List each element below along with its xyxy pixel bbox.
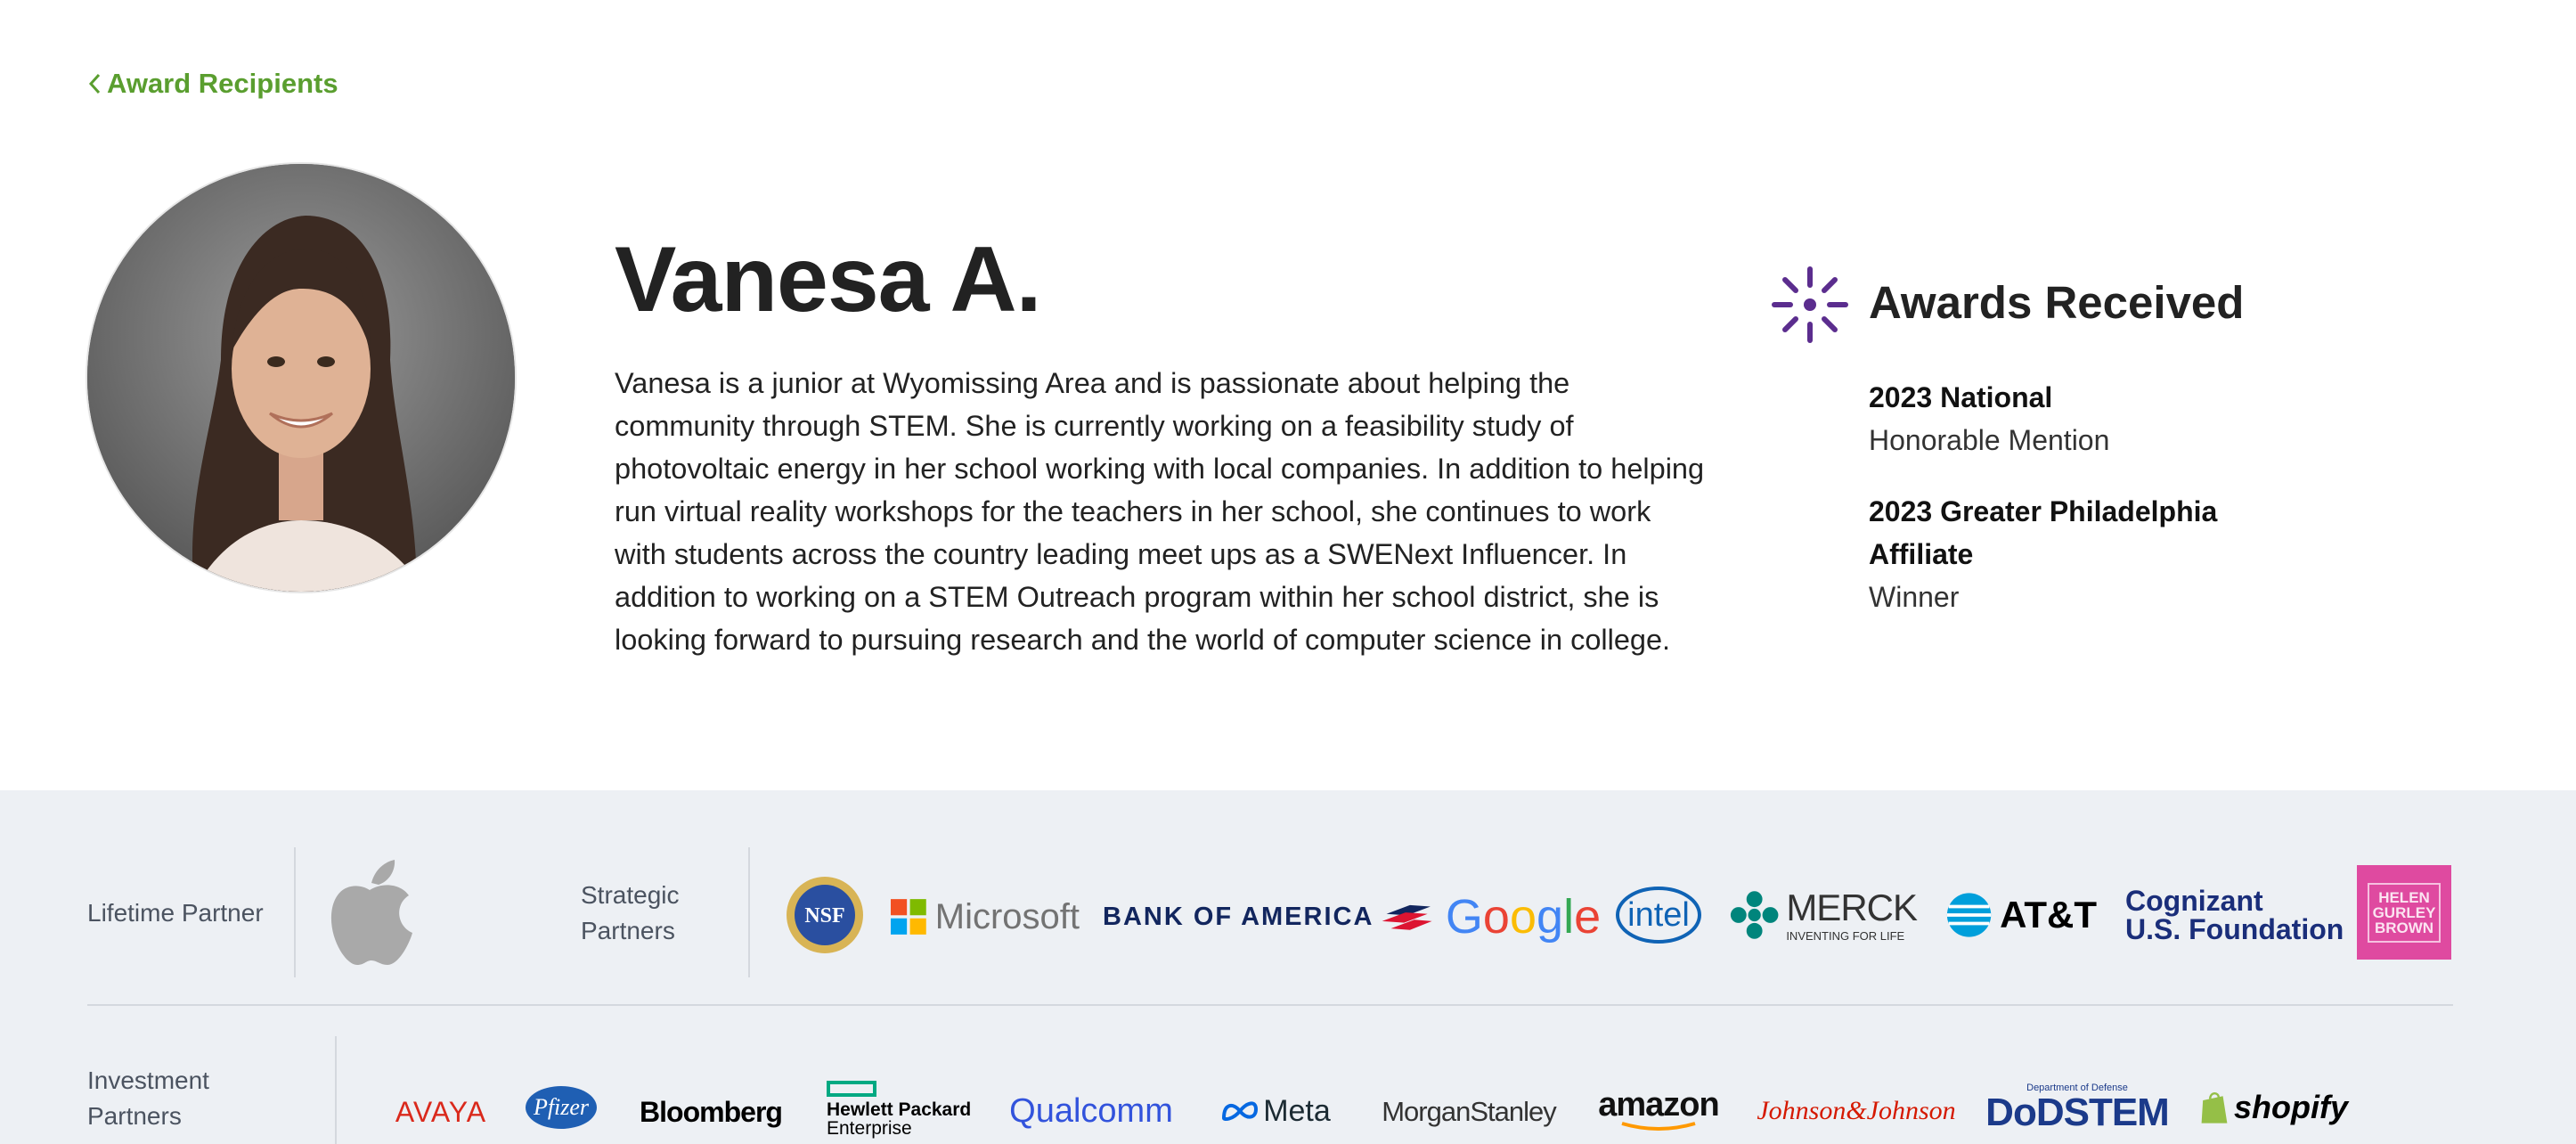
bank-of-america-wordmark: BANK OF AMERICA: [1103, 902, 1374, 931]
back-link-label: Award Recipients: [107, 68, 338, 99]
strategic-partners-label: Strategic Partners: [581, 881, 680, 944]
intel-wordmark: intel: [1627, 896, 1690, 934]
shopify-wordmark: shopify: [2233, 1089, 2348, 1125]
avaya-logo[interactable]: AVAYA: [392, 1090, 490, 1134]
back-to-award-recipients-link[interactable]: Award Recipients: [87, 68, 338, 100]
att-globe-icon: [1946, 893, 1992, 937]
bloomberg-wordmark: Bloomberg: [640, 1096, 783, 1128]
cognizant-foundation-text: U.S. Foundation: [2125, 913, 2344, 945]
microsoft-wordmark: Microsoft: [934, 897, 1080, 936]
amazon-wordmark: amazon: [1598, 1086, 1719, 1124]
dodstem-logo[interactable]: Department of Defense DoDSTEM: [1985, 1074, 2170, 1141]
johnson-johnson-logo[interactable]: Johnson&Johnson: [1757, 1088, 1956, 1134]
shopify-logo[interactable]: shopify: [2200, 1081, 2348, 1134]
award-result: Honorable Mention: [1869, 424, 2110, 456]
divider: [748, 847, 750, 977]
helen-gurley-brown-logo[interactable]: HELEN GURLEY BROWN: [2357, 865, 2451, 960]
intel-logo[interactable]: intel: [1614, 883, 1703, 947]
merck-tagline: INVENTING FOR LIFE: [1786, 928, 1905, 943]
microsoft-logo[interactable]: Microsoft: [891, 895, 1080, 938]
award-item: 2023 National Honorable Mention: [1869, 376, 2296, 462]
meta-wordmark: Meta: [1263, 1094, 1331, 1128]
award-result: Winner: [1869, 581, 1960, 613]
hgb-line-1: HELEN: [2378, 888, 2430, 906]
merck-wordmark: MERCK: [1786, 886, 1918, 928]
award-year: 2023 National: [1869, 381, 2053, 413]
amazon-smile-icon: [1621, 1122, 1696, 1131]
chevron-left-icon: [88, 73, 101, 94]
recipient-photo: [87, 164, 515, 592]
nsf-icon: NSF: [787, 877, 863, 953]
bloomberg-logo[interactable]: Bloomberg: [640, 1090, 783, 1134]
flag-icon: [1382, 904, 1432, 930]
merck-logo[interactable]: MERCK INVENTING FOR LIFE: [1730, 879, 1918, 951]
divider: [335, 1036, 337, 1144]
hgb-line-3: BROWN: [2374, 919, 2434, 936]
morgan-stanley-logo[interactable]: MorganStanley: [1375, 1088, 1562, 1134]
divider: [294, 847, 296, 977]
awards-received-heading: Awards Received: [1869, 277, 2245, 328]
cognizant-logo[interactable]: Cognizant U.S. Foundation: [2125, 883, 2344, 947]
google-logo[interactable]: Google: [1446, 888, 1601, 945]
amazon-logo[interactable]: amazon: [1596, 1083, 1721, 1138]
dodstem-wordmark: DoDSTEM: [1985, 1090, 2170, 1134]
hpe-logo[interactable]: Hewlett Packard Enterprise: [827, 1074, 972, 1144]
qualcomm-logo[interactable]: Qualcomm: [1008, 1088, 1174, 1134]
partners-section: Lifetime Partner Strategic Partners NSF …: [0, 790, 2576, 1144]
hpe-element-icon: [827, 1081, 876, 1097]
pfizer-wordmark: Pfizer: [533, 1094, 590, 1120]
award-item: 2023 Greater Philadelphia Affiliate Winn…: [1869, 490, 2287, 618]
nsf-logo[interactable]: NSF: [784, 874, 866, 956]
qualcomm-wordmark: Qualcomm: [1009, 1092, 1173, 1130]
lifetime-partner-label: Lifetime Partner: [87, 899, 264, 927]
hgb-line-2: GURLEY: [2372, 903, 2436, 921]
recipient-name: Vanesa A.: [615, 228, 1042, 331]
johnson-johnson-wordmark: Johnson&Johnson: [1757, 1096, 1956, 1125]
bank-of-america-logo[interactable]: BANK OF AMERICA: [1103, 895, 1432, 938]
merck-icon: [1730, 891, 1779, 939]
sparkle-icon: [1772, 266, 1848, 343]
google-wordmark: Google: [1445, 890, 1602, 944]
apple-icon: [330, 860, 412, 965]
award-year: 2023 Greater Philadelphia Affiliate: [1869, 495, 2218, 570]
partners-divider: [87, 1004, 2453, 1006]
avaya-wordmark: AVAYA: [395, 1096, 487, 1128]
hpe-enterprise-text: Enterprise: [827, 1118, 912, 1139]
pfizer-logo[interactable]: Pfizer: [524, 1083, 599, 1132]
apple-logo[interactable]: [322, 854, 416, 968]
hpe-wordmark: Hewlett Packard: [827, 1099, 972, 1120]
cognizant-wordmark: Cognizant: [2125, 885, 2263, 917]
meta-infinity-icon: [1222, 1101, 1259, 1121]
svg-text:NSF: NSF: [804, 904, 844, 927]
recipient-bio: Vanesa is a junior at Wyomissing Area an…: [615, 367, 1705, 656]
att-logo[interactable]: AT&T: [1945, 887, 2097, 944]
att-wordmark: AT&T: [2000, 894, 2097, 936]
morgan-stanley-wordmark: MorganStanley: [1382, 1095, 1557, 1127]
shopify-bag-icon: [2201, 1092, 2228, 1124]
microsoft-icon: [891, 899, 926, 935]
meta-logo[interactable]: Meta: [1215, 1088, 1336, 1134]
investment-partners-label: Investment Partners: [87, 1066, 209, 1130]
